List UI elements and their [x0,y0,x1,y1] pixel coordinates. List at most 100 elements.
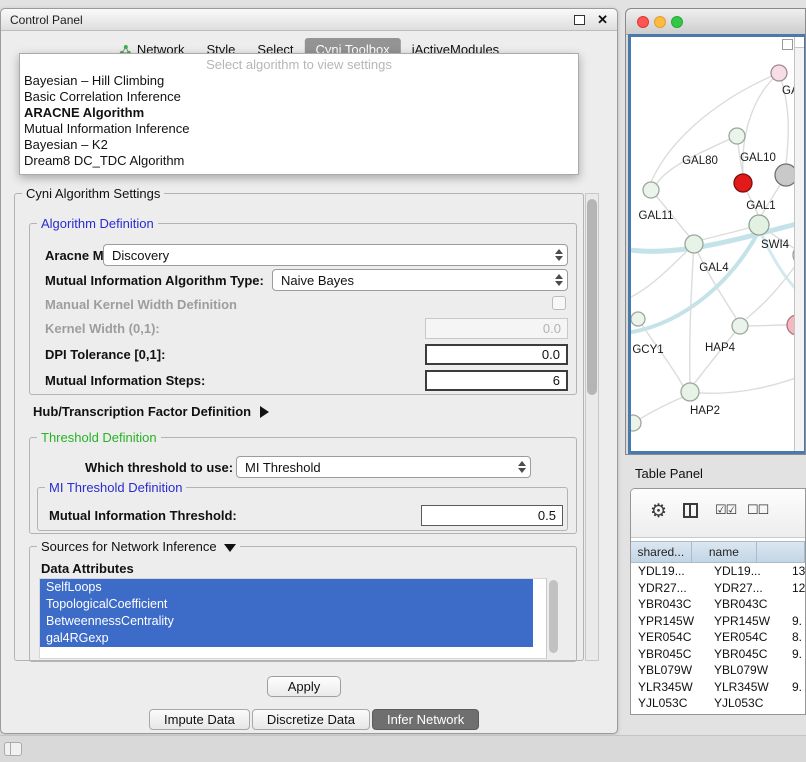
algorithm-option[interactable]: Mutual Information Inference [20,121,578,137]
minimize-traffic-light[interactable] [654,16,666,28]
algorithm-option[interactable]: Bayesian – Hill Climbing [20,73,578,89]
network-svg: GAL7GAL80GAL10GAL11GAL1SWI4GAL4GCY1HAP4Y… [631,37,804,451]
network-node-label: GAL11 [639,210,674,222]
table-row[interactable]: YBR045CYBR045C9. [631,646,805,663]
column-header-clipped[interactable] [757,542,805,562]
table-cell: YLR345W [714,680,769,694]
mi-steps-field[interactable]: 6 [425,370,568,391]
algorithm-option[interactable]: Basic Correlation Inference [20,89,578,105]
table-cell: YLR345W [638,680,693,694]
select-attributes-icon[interactable]: ☑☑ [715,502,736,518]
close-traffic-light[interactable] [637,16,649,28]
table-row[interactable]: YBL079WYBL079W [631,662,805,679]
mi-algorithm-type-label: Mutual Information Algorithm Type: [45,273,264,288]
sources-toggle[interactable]: Sources for Network Inference [37,539,240,554]
table-cell: YDL19... [638,564,685,578]
table-row[interactable]: YDR27...YDR27...12 [631,580,805,597]
which-threshold-select[interactable]: MI Threshold [236,456,531,478]
aracne-mode-select[interactable]: Discovery [103,244,568,266]
column-header-name[interactable]: name [692,542,757,562]
data-attributes-list[interactable]: SelfLoopsTopologicalCoefficientBetweenne… [39,578,559,659]
attribute-item[interactable]: BetweennessCentrality [40,613,533,630]
network-node[interactable] [771,65,787,81]
close-icon[interactable]: ✕ [597,13,608,26]
tab-infer-network[interactable]: Infer Network [372,709,479,730]
algorithm-option[interactable]: Bayesian – K2 [20,137,578,153]
network-node-label: GAL1 [746,200,775,212]
mi-threshold-label: Mutual Information Threshold: [49,508,237,523]
network-node-label: SWI4 [761,239,790,251]
column-header-shared-name[interactable]: shared... [631,542,692,562]
settings-scrollbar[interactable] [585,193,599,661]
mi-algorithm-type-select[interactable]: Naive Bayes [272,269,568,291]
dpi-tolerance-field[interactable]: 0.0 [425,344,568,365]
attribute-item[interactable]: TopologicalCoefficient [40,596,533,613]
tab-infer-network-label: Infer Network [387,712,464,727]
network-edge [690,244,694,383]
table-cell: YBR043C [638,597,691,611]
network-scrollbar[interactable] [794,37,804,451]
network-node-label: HAP2 [690,405,720,417]
columns-icon[interactable] [683,503,698,518]
table-header: shared... name [631,541,805,563]
tab-discretize-data-label: Discretize Data [267,712,355,727]
network-scrollbar-button[interactable] [795,37,804,48]
network-node[interactable] [685,235,703,253]
algorithm-definition-title: Algorithm Definition [37,216,158,231]
unselect-attributes-icon[interactable]: ☐☐ [747,502,768,518]
algorithm-options: Bayesian – Hill ClimbingBasic Correlatio… [20,73,578,169]
algorithm-option[interactable]: ARACNE Algorithm [20,105,578,121]
control-panel-titlebar: Control Panel ✕ [1,9,617,31]
table-row[interactable]: YDL19...YDL19...13 [631,563,805,580]
network-node[interactable] [749,215,769,235]
cyni-bottom-tabs: Impute Data Discretize Data Infer Networ… [149,709,479,730]
manual-kernel-width-checkbox[interactable] [552,296,566,310]
table-cell: YPR145W [714,614,770,628]
tab-impute-data[interactable]: Impute Data [149,709,250,730]
control-panel-window: Control Panel ✕ Network Style Select [0,8,618,734]
dpi-tolerance-value: 0.0 [542,347,560,362]
zoom-traffic-light[interactable] [671,16,683,28]
network-canvas[interactable]: GAL7GAL80GAL10GAL11GAL1SWI4GAL4GCY1HAP4Y… [628,34,806,454]
table-cell: YER054C [638,630,691,644]
tab-discretize-data[interactable]: Discretize Data [252,709,370,730]
mi-threshold-group-title: MI Threshold Definition [45,480,186,495]
chevron-updown-icon [518,461,526,473]
settings-scrollbar-thumb[interactable] [587,199,597,395]
attributes-list-scrollbar-thumb[interactable] [549,580,558,653]
table-cell: YBL079W [714,663,768,677]
apply-button-label: Apply [288,679,321,694]
network-node[interactable] [729,128,745,144]
network-node[interactable] [631,415,641,431]
network-node[interactable] [631,312,645,326]
attribute-item[interactable]: SelfLoops [40,579,533,596]
network-node[interactable] [734,174,752,192]
float-panel-icon[interactable] [574,15,585,25]
aracne-mode-value: Discovery [112,248,169,263]
hub-definition-toggle[interactable]: Hub/Transcription Factor Definition [33,404,269,419]
gear-icon[interactable]: ⚙ [650,500,667,523]
table-row[interactable]: YJL053CYJL053C [631,695,805,712]
network-window-titlebar [626,9,805,35]
table-row[interactable]: YBR043CYBR043C [631,596,805,613]
which-threshold-value: MI Threshold [245,460,321,475]
expand-right-icon [260,406,269,418]
control-panel-dock-icon[interactable] [4,742,22,756]
table-row[interactable]: YLR345WYLR345W9. [631,679,805,696]
table-cell: YBR045C [638,647,691,661]
table-row[interactable]: YPR145WYPR145W9. [631,613,805,630]
table-row[interactable]: YER054CYER054C8. [631,629,805,646]
mi-threshold-field[interactable]: 0.5 [421,505,563,526]
table-cell: 13 [792,564,805,578]
network-node[interactable] [732,318,748,334]
table-cell: YBR045C [714,647,767,661]
mi-threshold-value: 0.5 [538,508,556,523]
tab-impute-data-label: Impute Data [164,712,235,727]
attribute-item[interactable]: gal4RGexp [40,630,533,647]
birdseye-button[interactable] [782,39,793,50]
attributes-list-scrollbar[interactable] [546,578,560,659]
network-node[interactable] [681,383,699,401]
algorithm-option[interactable]: Dream8 DC_TDC Algorithm [20,153,578,169]
apply-button[interactable]: Apply [267,676,341,697]
network-node[interactable] [643,182,659,198]
